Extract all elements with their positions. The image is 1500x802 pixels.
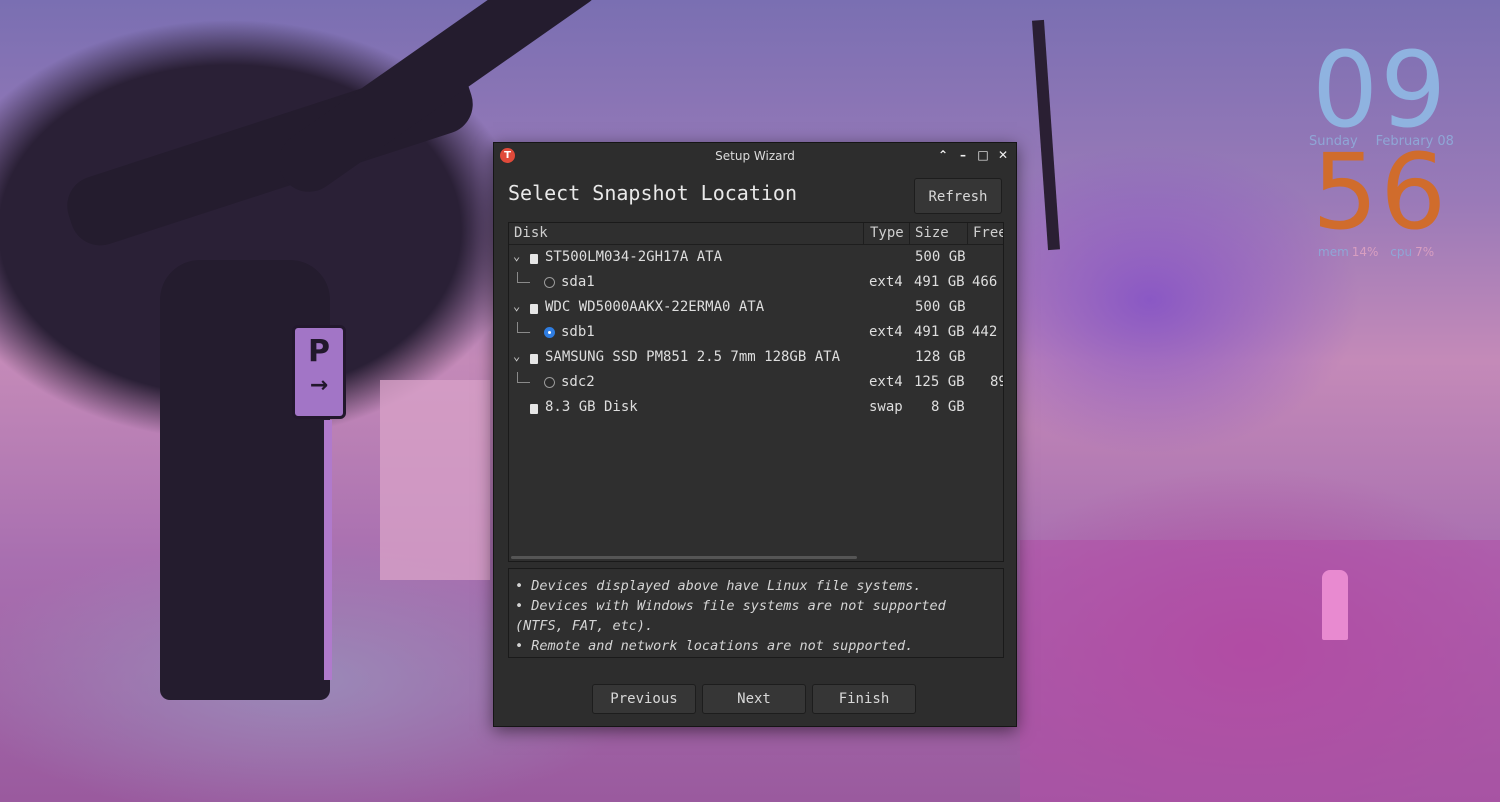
disk-icon [530, 252, 538, 268]
partition-free: 466 [972, 274, 998, 290]
table-header: Disk Type Size Free [509, 223, 1003, 245]
note-line: • Devices with Windows file systems are … [515, 598, 946, 634]
disk-icon [530, 302, 538, 318]
table-row[interactable]: sdb1 ext4 491 GB 442 [509, 320, 1003, 345]
chevron-down-icon[interactable]: ⌄ [513, 299, 520, 313]
minimize-icon[interactable]: – [956, 147, 970, 163]
sign-arrow-icon: → [309, 373, 329, 398]
column-separator[interactable] [909, 223, 910, 244]
page-title: Select Snapshot Location [508, 181, 797, 205]
wizard-buttons: Previous Next Finish [592, 684, 916, 714]
partition-radio[interactable] [544, 277, 555, 288]
partition-free: 89 [990, 374, 1003, 390]
table-row[interactable]: ⌄ SAMSUNG SSD PM851 2.5 7mm 128GB ATA 12… [509, 345, 1003, 370]
disk-name: 8.3 GB Disk [545, 399, 638, 415]
mem-value: 14% [1351, 245, 1379, 259]
window-controls: ⌃ – □ ✕ [936, 147, 1010, 163]
tree-branch-line [517, 272, 530, 283]
mem-label: mem [1318, 245, 1349, 259]
refresh-button[interactable]: Refresh [914, 178, 1002, 214]
table-row[interactable]: sdc2 ext4 125 GB 89 [509, 370, 1003, 395]
wallpaper-fire-hydrant [1322, 570, 1348, 640]
column-separator[interactable] [967, 223, 968, 244]
partition-name: sdc2 [561, 374, 595, 390]
partition-type: ext4 [869, 324, 903, 340]
partition-name: sdb1 [561, 324, 595, 340]
partition-type: ext4 [869, 374, 903, 390]
cpu-label: cpu [1390, 245, 1413, 259]
wallpaper-house [380, 380, 490, 580]
chevron-down-icon[interactable]: ⌄ [513, 349, 520, 363]
table-row[interactable]: sda1 ext4 491 GB 466 [509, 270, 1003, 295]
system-stats: mem 14% cpu 7% [1318, 245, 1442, 259]
sign-letter: P [308, 334, 330, 369]
disk-name: ST500LM034-2GH17A ATA [545, 249, 723, 265]
disk-size: 128 GB [915, 349, 966, 365]
disk-icon [530, 402, 538, 418]
setup-wizard-window: T Setup Wizard ⌃ – □ ✕ Select Snapshot L… [493, 142, 1017, 727]
disk-size: 500 GB [915, 299, 966, 315]
partition-name: sda1 [561, 274, 595, 290]
partition-size: 125 GB [914, 374, 965, 390]
disk-icon [530, 352, 538, 368]
table-row[interactable]: ⌄ WDC WD5000AAKX-22ERMA0 ATA 500 GB [509, 295, 1003, 320]
wallpaper-ground [1020, 540, 1500, 802]
disk-name: WDC WD5000AAKX-22ERMA0 ATA [545, 299, 765, 315]
table-row[interactable]: ⌄ ST500LM034-2GH17A ATA 500 GB [509, 245, 1003, 270]
maximize-icon[interactable]: □ [976, 147, 990, 163]
clock-minute: 56 [1312, 131, 1449, 253]
horizontal-scrollbar[interactable] [511, 556, 857, 559]
column-header-free[interactable]: Free [973, 225, 1003, 241]
close-icon[interactable]: ✕ [996, 147, 1010, 163]
notes-panel: • Devices displayed above have Linux fil… [508, 568, 1004, 658]
wallpaper-sign-post [324, 420, 332, 680]
disk-name: SAMSUNG SSD PM851 2.5 7mm 128GB ATA [545, 349, 841, 365]
partition-type: swap [869, 399, 903, 415]
wallpaper-parking-sign: P → [292, 325, 346, 419]
note-line: • Devices displayed above have Linux fil… [515, 578, 922, 594]
partition-size: 491 GB [914, 274, 965, 290]
note-line: • Remote and network locations are not s… [515, 638, 914, 654]
clock-hour: 09 [1312, 29, 1449, 151]
column-header-type[interactable]: Type [870, 225, 904, 241]
disk-size: 8 GB [931, 399, 965, 415]
column-header-size[interactable]: Size [915, 225, 949, 241]
tree-branch-line [517, 322, 530, 333]
partition-size: 491 GB [914, 324, 965, 340]
partition-type: ext4 [869, 274, 903, 290]
partition-free: 442 [972, 324, 998, 340]
previous-button[interactable]: Previous [592, 684, 696, 714]
wallpaper-utility-pole [1031, 19, 1061, 251]
tree-branch-line [517, 372, 530, 383]
table-row[interactable]: 8.3 GB Disk swap 8 GB [509, 395, 1003, 420]
shade-icon[interactable]: ⌃ [936, 147, 950, 163]
next-button[interactable]: Next [702, 684, 806, 714]
partition-radio[interactable] [544, 377, 555, 388]
cpu-value: 7% [1415, 245, 1435, 259]
partition-radio-selected[interactable] [544, 327, 555, 338]
disk-tree[interactable]: Disk Type Size Free ⌄ ST500LM034-2GH17A … [508, 222, 1004, 562]
finish-button[interactable]: Finish [812, 684, 916, 714]
chevron-down-icon[interactable]: ⌄ [513, 249, 520, 263]
window-titlebar[interactable]: T Setup Wizard ⌃ – □ ✕ [494, 143, 1016, 169]
column-header-disk[interactable]: Disk [514, 225, 548, 241]
disk-size: 500 GB [915, 249, 966, 265]
column-separator[interactable] [863, 223, 864, 244]
